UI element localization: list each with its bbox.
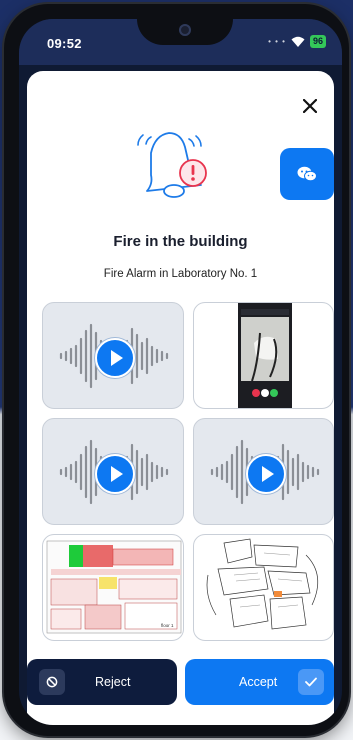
media-grid: floor 1 [42,302,334,641]
alarm-subtitle: Fire Alarm in Laboratory No. 1 [103,268,258,280]
floorplan-image: floor 1 [46,540,182,634]
phone-frame: 09:52 • • • 96 Fire in the building Fire… [4,4,349,736]
photo-thumbnail [238,303,292,408]
close-icon [302,98,318,114]
photo-attachment[interactable] [193,302,334,409]
audio-clip-3[interactable] [193,418,334,525]
wechat-icon [297,166,317,182]
play-button[interactable] [95,453,135,494]
reject-button[interactable]: Reject [27,659,177,705]
alarm-title: Fire in the building [113,233,248,250]
close-button[interactable] [300,97,320,117]
front-camera [179,24,191,36]
site-plan-image [206,538,319,630]
status-time: 09:52 [47,36,82,51]
accept-label: Accept [239,675,278,689]
alarm-bell-icon [137,132,207,198]
block-icon [39,669,65,695]
reject-label: Reject [95,675,131,689]
status-bar: 09:52 • • • 96 [19,19,342,65]
notification-dots-icon: • • • [268,37,286,46]
check-icon [298,669,324,695]
battery-icon: 96 [309,35,326,48]
play-button[interactable] [95,337,135,378]
floor-label: floor 1 [161,623,174,628]
phone-screen: 09:52 • • • 96 Fire in the building Fire… [19,19,342,725]
wifi-icon [291,36,305,47]
alarm-dialog: Fire in the building Fire Alarm in Labor… [27,71,334,725]
play-button[interactable] [245,453,286,494]
audio-clip-2[interactable] [42,418,184,525]
audio-clip-1[interactable] [42,302,184,409]
accept-button[interactable]: Accept [185,659,334,705]
floorplan-2[interactable] [193,534,334,641]
floorplan-1[interactable]: floor 1 [42,534,184,641]
chat-button[interactable] [280,148,334,200]
